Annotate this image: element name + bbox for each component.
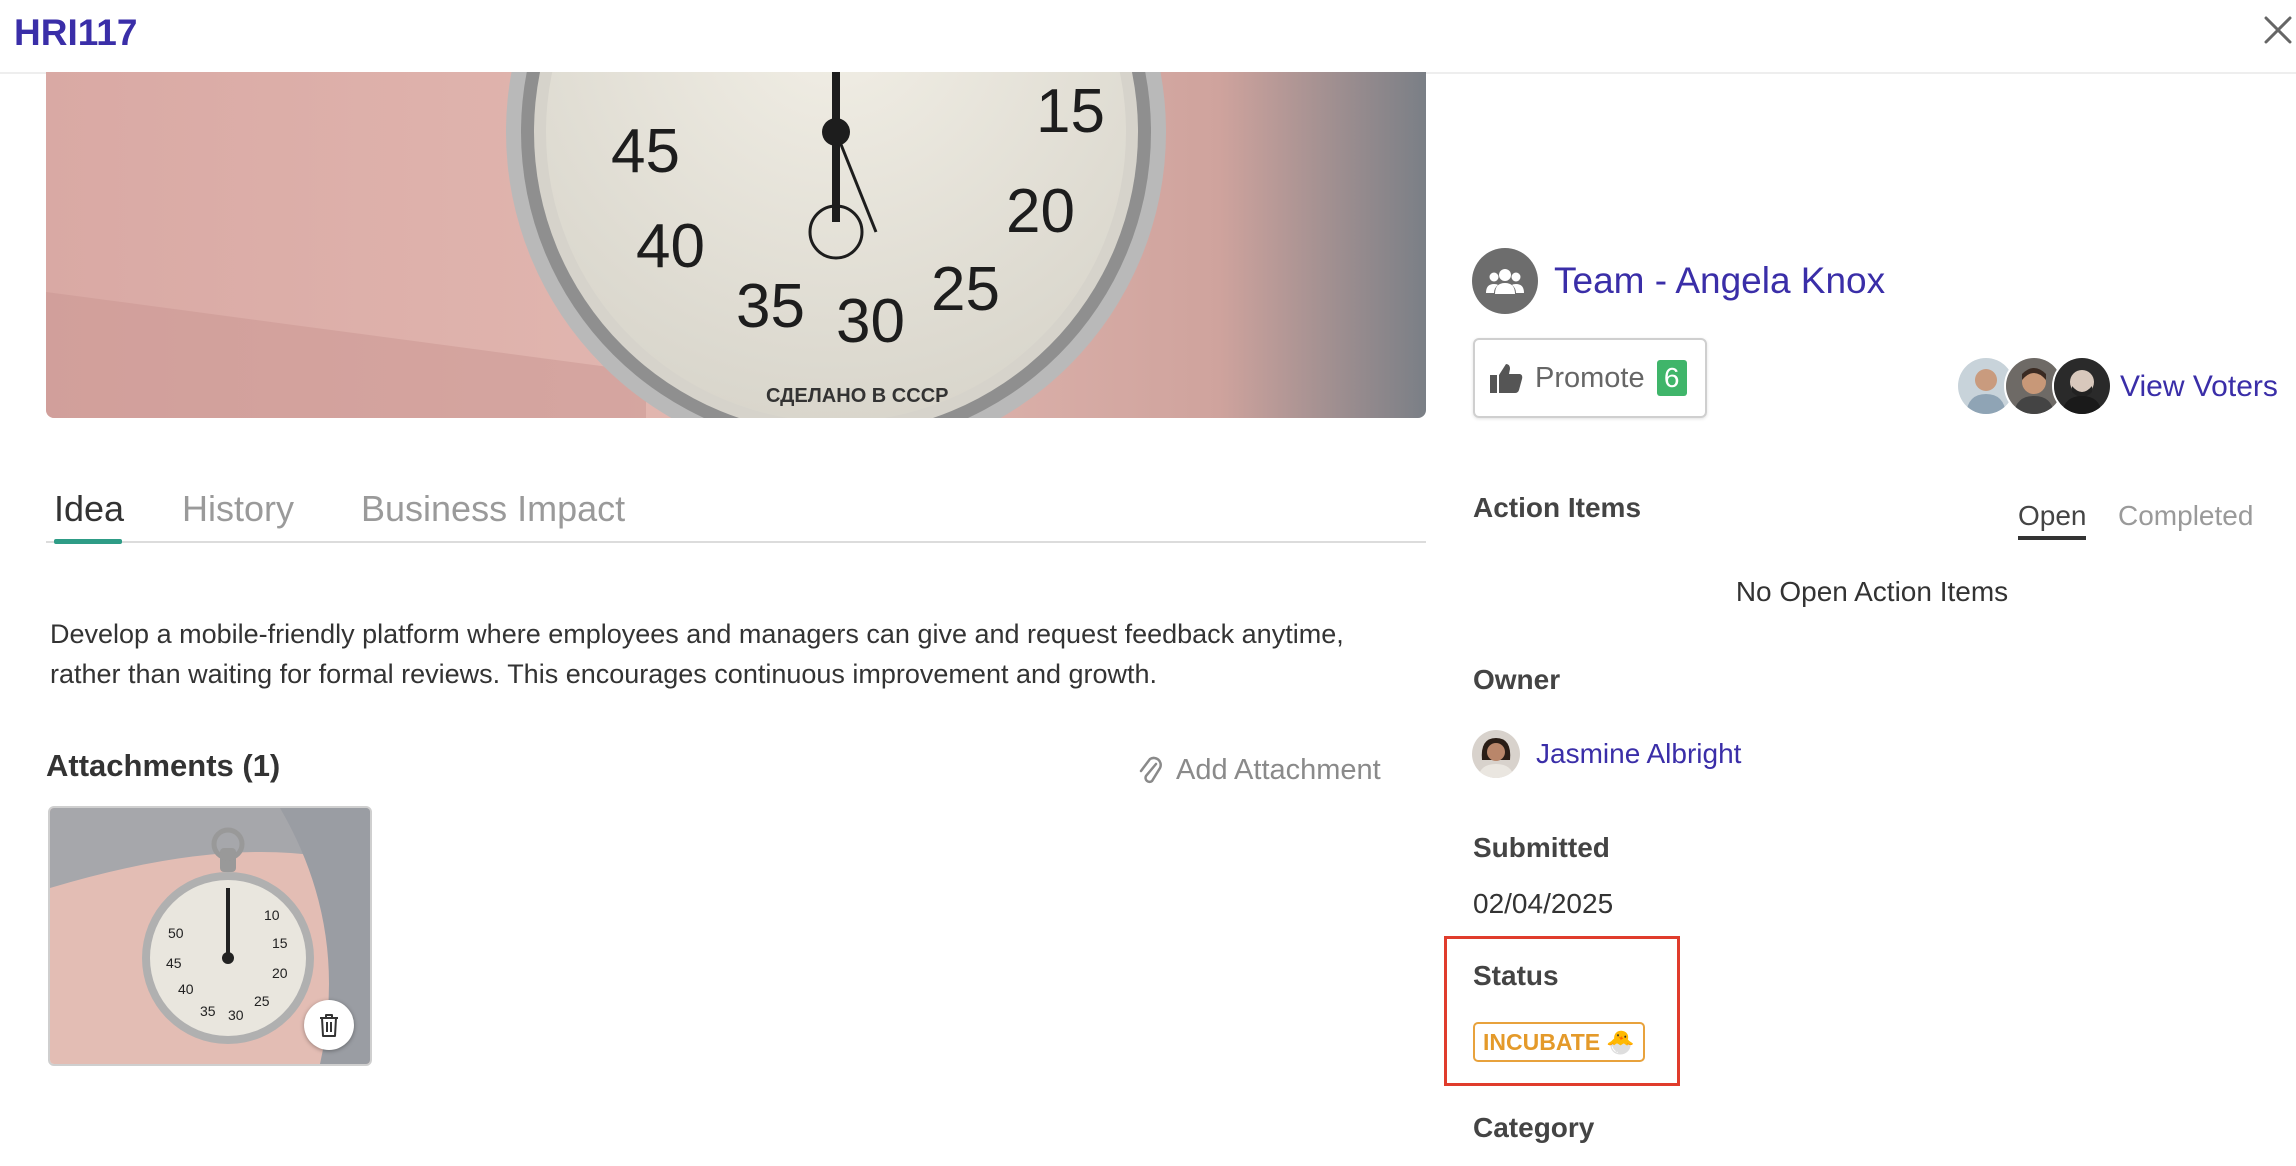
- tabs-divider: [46, 541, 1426, 543]
- tab-open[interactable]: Open: [2018, 500, 2087, 532]
- svg-text:25: 25: [931, 255, 1000, 324]
- svg-text:30: 30: [228, 1007, 244, 1023]
- delete-attachment-button[interactable]: [304, 1000, 354, 1050]
- status-highlight-box: [1444, 936, 1680, 1086]
- svg-text:40: 40: [178, 981, 194, 997]
- team-link[interactable]: Team - Angela Knox: [1554, 260, 1885, 302]
- status-value: INCUBATE: [1483, 1028, 1601, 1055]
- action-items-heading: Action Items: [1473, 492, 1642, 523]
- owner-link[interactable]: Jasmine Albright: [1536, 738, 1741, 770]
- modal-header: [0, 0, 2296, 74]
- status-badge[interactable]: INCUBATE 🐣: [1473, 1022, 1645, 1062]
- thumbs-up-icon: [1490, 364, 1523, 393]
- add-attachment-label: Add Attachment: [1176, 754, 1381, 786]
- hatching-chick-icon: 🐣: [1606, 1028, 1635, 1055]
- idea-description: Develop a mobile-friendly platform where…: [50, 619, 1344, 689]
- svg-text:20: 20: [1006, 177, 1075, 246]
- tab-idea[interactable]: Idea: [54, 488, 124, 530]
- attachments-heading: Attachments (1): [46, 748, 281, 783]
- promote-count-badge: 6: [1656, 360, 1687, 396]
- promote-label: Promote: [1535, 361, 1645, 394]
- tab-history[interactable]: History: [182, 488, 294, 530]
- submitted-date: 02/04/2025: [1473, 888, 1614, 919]
- idea-id-title: HRI117: [14, 12, 138, 53]
- close-icon[interactable]: [2262, 14, 2294, 46]
- active-tab-indicator: [2018, 536, 2086, 540]
- svg-text:35: 35: [736, 272, 805, 341]
- svg-text:45: 45: [166, 955, 182, 971]
- svg-text:20: 20: [272, 965, 288, 981]
- svg-text:15: 15: [272, 935, 288, 951]
- svg-text:30: 30: [836, 287, 905, 356]
- voter-avatar[interactable]: [2052, 356, 2112, 416]
- svg-text:40: 40: [636, 212, 705, 281]
- svg-text:45: 45: [611, 117, 680, 186]
- trash-icon: [320, 1014, 338, 1037]
- view-voters-link[interactable]: View Voters: [2120, 370, 2278, 404]
- owner-avatar: [1472, 730, 1520, 778]
- svg-text:25: 25: [254, 993, 270, 1009]
- svg-text:50: 50: [168, 925, 184, 941]
- paperclip-icon: [1139, 756, 1162, 783]
- svg-text:10: 10: [264, 907, 280, 923]
- team-icon: [1472, 248, 1538, 314]
- add-attachment-button[interactable]: Add Attachment: [1138, 754, 1381, 787]
- idea-cover-image: 45 40 35 30 25 20 15 СДЕЛАНО В СССР: [46, 72, 1426, 418]
- tab-business-impact[interactable]: Business Impact: [361, 488, 625, 530]
- empty-action-items-text: No Open Action Items: [1735, 576, 2009, 607]
- promote-button[interactable]: Promote 6: [1473, 338, 1707, 418]
- svg-text:35: 35: [200, 1003, 216, 1019]
- svg-text:15: 15: [1036, 77, 1105, 146]
- svg-text:СДЕЛАНО В СССР: СДЕЛАНО В СССР: [766, 385, 948, 407]
- category-heading: Category: [1473, 1112, 1595, 1143]
- active-tab-indicator: [54, 539, 122, 544]
- status-heading: Status: [1473, 960, 1559, 991]
- tab-completed[interactable]: Completed: [2118, 500, 2253, 532]
- owner-heading: Owner: [1473, 664, 1561, 695]
- submitted-heading: Submitted: [1473, 832, 1610, 863]
